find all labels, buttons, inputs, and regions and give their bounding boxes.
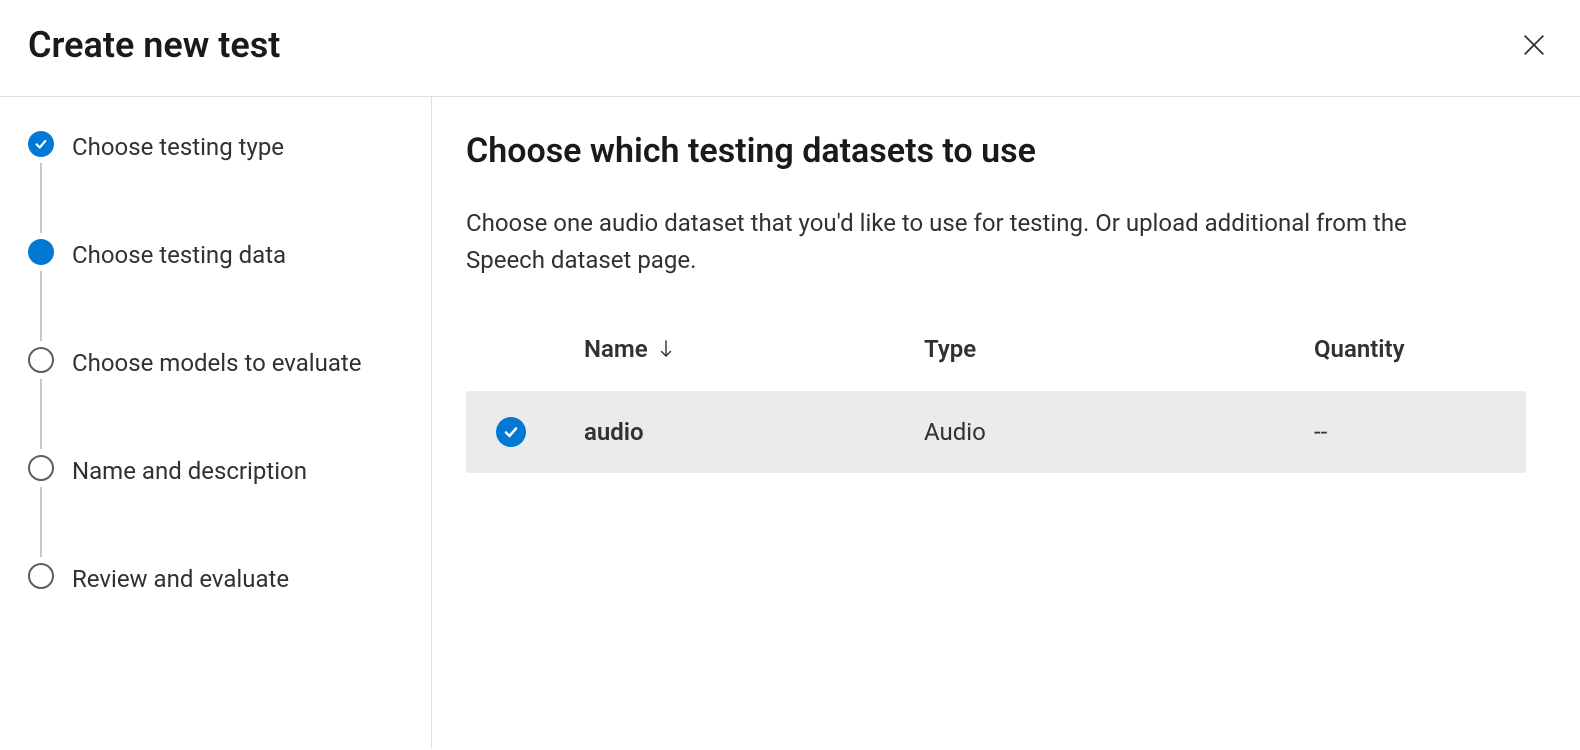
step-label: Name and description (72, 455, 307, 487)
column-header-name[interactable]: Name (584, 335, 924, 363)
dialog-header: Create new test (0, 0, 1580, 97)
cell-quantity: -- (1314, 418, 1526, 446)
page-description: Choose one audio dataset that you'd like… (466, 205, 1486, 279)
step-connector (40, 271, 42, 341)
checkmark-icon (496, 417, 526, 447)
row-select-checkbox[interactable] (466, 417, 584, 447)
step-choose-testing-data[interactable]: Choose testing data (28, 239, 403, 347)
dialog-title: Create new test (28, 24, 280, 66)
step-label: Choose testing type (72, 131, 284, 163)
close-icon (1520, 31, 1548, 59)
step-status-pending-icon (28, 563, 54, 589)
cell-type: Audio (924, 418, 1314, 446)
column-name-label: Name (584, 335, 648, 363)
step-connector (40, 163, 42, 233)
column-header-quantity[interactable]: Quantity (1314, 335, 1526, 363)
step-name-and-description[interactable]: Name and description (28, 455, 403, 563)
step-status-completed-icon (28, 131, 54, 157)
column-header-type[interactable]: Type (924, 335, 1314, 363)
sort-down-arrow-icon (656, 339, 676, 359)
datasets-table: Name Type Quantity (466, 323, 1526, 473)
cell-name: audio (584, 418, 924, 446)
column-quantity-label: Quantity (1314, 335, 1405, 363)
step-label: Choose testing data (72, 239, 286, 271)
step-connector (40, 379, 42, 449)
step-label: Review and evaluate (72, 563, 289, 595)
step-label: Choose models to evaluate (72, 347, 362, 379)
step-status-pending-icon (28, 455, 54, 481)
table-row[interactable]: audio Audio -- (466, 391, 1526, 473)
wizard-steps: Choose testing type Choose testing data (0, 97, 432, 749)
page-title: Choose which testing datasets to use (466, 131, 1546, 171)
close-button[interactable] (1516, 27, 1552, 63)
step-status-pending-icon (28, 347, 54, 373)
column-type-label: Type (924, 335, 976, 363)
main-content: Choose which testing datasets to use Cho… (432, 97, 1580, 749)
table-header: Name Type Quantity (466, 323, 1526, 375)
step-choose-testing-type[interactable]: Choose testing type (28, 131, 403, 239)
step-status-current-icon (28, 239, 54, 265)
step-choose-models-to-evaluate[interactable]: Choose models to evaluate (28, 347, 403, 455)
step-connector (40, 487, 42, 557)
step-review-and-evaluate[interactable]: Review and evaluate (28, 563, 403, 595)
dialog-body: Choose testing type Choose testing data (0, 97, 1580, 749)
